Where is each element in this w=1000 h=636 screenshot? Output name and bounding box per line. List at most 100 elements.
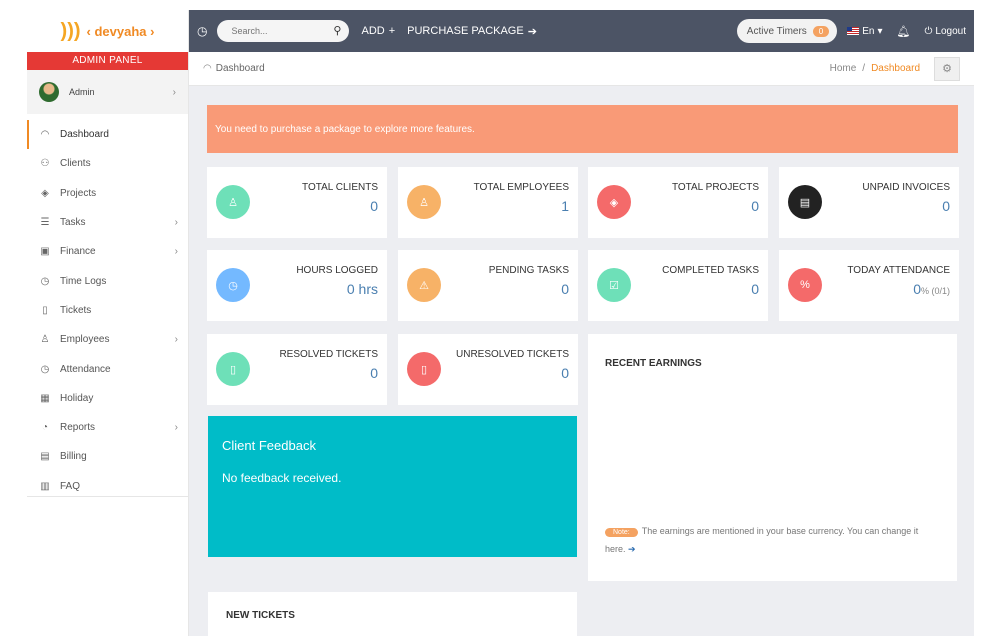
sidebar-item-time-logs[interactable]: ◷ Time Logs [27, 266, 188, 295]
stat-value: 1 [561, 198, 569, 214]
sidebar-item-label: Holiday [60, 392, 94, 404]
layers-icon: ◈ [41, 187, 49, 199]
chevron-right-icon: › [174, 217, 178, 229]
brand-name: ‹ devyaha › [86, 23, 155, 39]
main-content: ◠ Dashboard Home / Dashboard ⚙ You need … [189, 52, 974, 636]
stat-card-resolved-tickets[interactable]: ▯ RESOLVED TICKETS 0 [207, 334, 387, 405]
brand-logo[interactable]: ))) ‹ devyaha › [27, 10, 188, 52]
stat-label: TOTAL EMPLOYEES [473, 182, 569, 193]
stat-label: TOTAL CLIENTS [302, 182, 378, 193]
sidebar-item-label: Tickets [60, 304, 92, 316]
stat-card-total-employees[interactable]: ♙ TOTAL EMPLOYEES 1 [398, 167, 578, 238]
receipt-icon: ▤ [40, 451, 50, 463]
stat-value: 0% (0/1) [913, 281, 950, 297]
stat-label: TOTAL PROJECTS [671, 182, 759, 193]
feedback-title: Client Feedback [222, 438, 316, 453]
sidebar-item-dashboard[interactable]: ◠ Dashboard [27, 120, 188, 150]
dashboard-settings-button[interactable]: ⚙ [934, 56, 960, 81]
stat-card-unresolved-tickets[interactable]: ▯ UNRESOLVED TICKETS 0 [398, 334, 578, 405]
sidebar-item-attendance[interactable]: ◷ Attendance [27, 354, 188, 383]
chevron-right-icon: › [174, 422, 178, 434]
sidebar-item-label: Attendance [60, 363, 111, 375]
sidebar-item-label: Clients [60, 158, 91, 170]
active-timers-button[interactable]: Active Timers 0 [736, 19, 838, 43]
breadcrumb: ◠ Dashboard Home / Dashboard ⚙ [189, 52, 974, 86]
gear-icon: ⚙ [942, 63, 952, 75]
language-label: En [862, 25, 875, 37]
user-profile[interactable]: Admin › [27, 70, 188, 114]
page-title: Dashboard [215, 63, 265, 74]
timers-count-badge: 0 [812, 25, 830, 37]
list-icon: ☰ [40, 217, 50, 229]
purchase-alert: You need to purchase a package to explor… [207, 105, 958, 153]
caret-down-icon: ▾ [877, 25, 883, 37]
stat-value: 0 [751, 198, 759, 214]
sidebar-item-label: Projects [60, 187, 97, 199]
app-frame: ))) ‹ devyaha › ADMIN PANEL Admin › ◠ Das… [0, 0, 1000, 636]
sidebar-item-label: Time Logs [60, 275, 107, 287]
gauge-icon: ◠ [203, 63, 212, 74]
logout-button[interactable]: ⏻ Logout [924, 26, 966, 37]
earnings-title: RECENT EARNINGS [605, 358, 702, 369]
book-icon: ▥ [40, 480, 50, 492]
stat-card-total-clients[interactable]: ♙ TOTAL CLIENTS 0 [207, 167, 387, 238]
stat-value: 0 [561, 281, 569, 297]
percent-icon: % [788, 268, 822, 302]
stat-card-hours-logged[interactable]: ◷ HOURS LOGGED 0 hrs [207, 250, 387, 321]
purchase-package-button[interactable]: PURCHASE PACKAGE ➔ [407, 25, 537, 38]
user-name: Admin [69, 87, 95, 97]
breadcrumb-current: Dashboard [871, 63, 920, 74]
clock-icon: ◷ [40, 275, 50, 287]
user-icon: ♙ [216, 185, 250, 219]
admin-panel-banner: ADMIN PANEL [27, 52, 188, 70]
arrow-right-icon: ➔ [527, 25, 537, 38]
invoice-icon: ▤ [788, 185, 822, 219]
note-badge: Note: [605, 528, 638, 537]
stat-card-completed-tasks[interactable]: ☑ COMPLETED TASKS 0 [588, 250, 768, 321]
ticket-icon: ▯ [407, 352, 441, 386]
sidebar-item-clients[interactable]: ⚇ Clients [27, 149, 188, 178]
language-dropdown[interactable]: En ▾ [847, 25, 883, 37]
arrow-right-icon[interactable]: ➔ [628, 544, 636, 554]
sidebar-item-employees[interactable]: ♙ Employees › [27, 325, 188, 354]
add-button[interactable]: ADD + [361, 25, 395, 37]
money-icon: ▣ [40, 246, 50, 258]
stat-card-total-projects[interactable]: ◈ TOTAL PROJECTS 0 [588, 167, 768, 238]
user-icon: ♙ [407, 185, 441, 219]
sidebar-item-tasks[interactable]: ☰ Tasks › [27, 208, 188, 237]
client-feedback-panel: Client Feedback No feedback received. [208, 416, 577, 557]
ticket-icon: ▯ [216, 352, 250, 386]
stat-label: COMPLETED TASKS [662, 265, 759, 276]
stat-value-suffix: % (0/1) [920, 286, 950, 296]
recent-earnings-panel: RECENT EARNINGS Note: The earnings are me… [588, 334, 957, 581]
sidebar-item-label: Employees [60, 334, 110, 346]
purchase-label: PURCHASE PACKAGE [407, 25, 524, 37]
stat-card-pending-tasks[interactable]: ⚠ PENDING TASKS 0 [398, 250, 578, 321]
timer-icon[interactable]: ◷ [197, 24, 207, 38]
stat-card-today-attendance[interactable]: % TODAY ATTENDANCE 0% (0/1) [779, 250, 959, 321]
clock-icon: ◷ [216, 268, 250, 302]
earnings-note: Note: The earnings are mentioned in your … [605, 523, 935, 558]
sidebar-menu: ◠ Dashboard ⚇ Clients ◈ Projects ☰ Tasks › ▣ Finan… [27, 114, 188, 501]
bell-icon[interactable]: 🔔︎ [897, 25, 911, 38]
sidebar-item-label: Tasks [60, 217, 86, 229]
search-input[interactable] [217, 20, 350, 42]
sidebar-item-billing[interactable]: ▤ Billing [27, 442, 188, 471]
sidebar-item-label: Billing [60, 451, 87, 463]
us-flag-icon [847, 27, 860, 35]
stat-label: UNRESOLVED TICKETS [456, 349, 569, 360]
feedback-message: No feedback received. [222, 471, 342, 485]
sidebar-item-finance[interactable]: ▣ Finance › [27, 237, 188, 266]
sidebar-item-tickets[interactable]: ▯ Tickets [27, 296, 188, 325]
ticket-icon: ▯ [42, 304, 48, 316]
sidebar-item-holiday[interactable]: ▦ Holiday [27, 384, 188, 413]
stat-label: TODAY ATTENDANCE [847, 265, 950, 276]
sidebar-item-projects[interactable]: ◈ Projects [27, 179, 188, 208]
stat-value: 0 [370, 198, 378, 214]
breadcrumb-home-link[interactable]: Home [830, 63, 857, 74]
stat-card-unpaid-invoices[interactable]: ▤ UNPAID INVOICES 0 [779, 167, 959, 238]
sidebar-item-reports[interactable]: ◔ Reports › [27, 413, 188, 442]
sidebar-item-label: FAQ [60, 480, 81, 492]
users-icon: ⚇ [40, 158, 50, 170]
search-icon[interactable]: ⚲ [333, 24, 341, 37]
